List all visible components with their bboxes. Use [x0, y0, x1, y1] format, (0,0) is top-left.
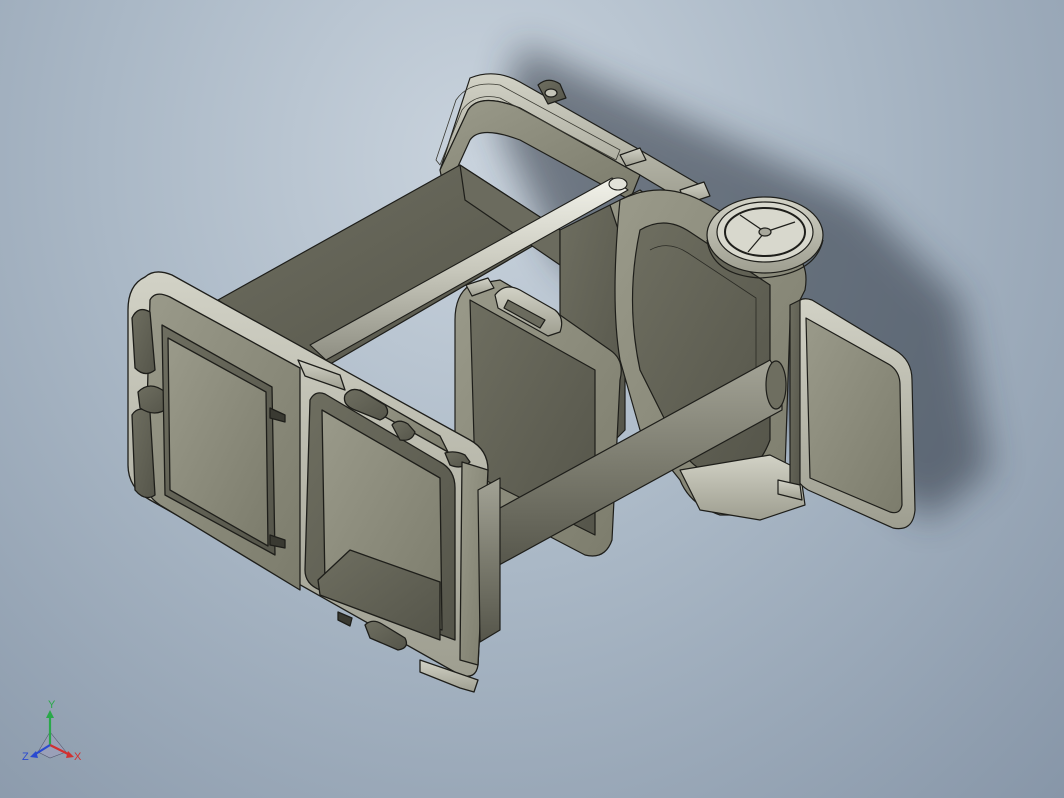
triad-z-label: Z [22, 751, 29, 763]
cad-model-canvas[interactable] [0, 0, 1064, 798]
3d-graphics-viewport[interactable]: Y X Z [0, 0, 1064, 798]
triad-y-label: Y [48, 700, 56, 711]
front-support-post[interactable] [477, 477, 501, 643]
triad-x-label: X [74, 751, 82, 763]
coordinate-triad-icon: Y X Z [22, 700, 82, 763]
